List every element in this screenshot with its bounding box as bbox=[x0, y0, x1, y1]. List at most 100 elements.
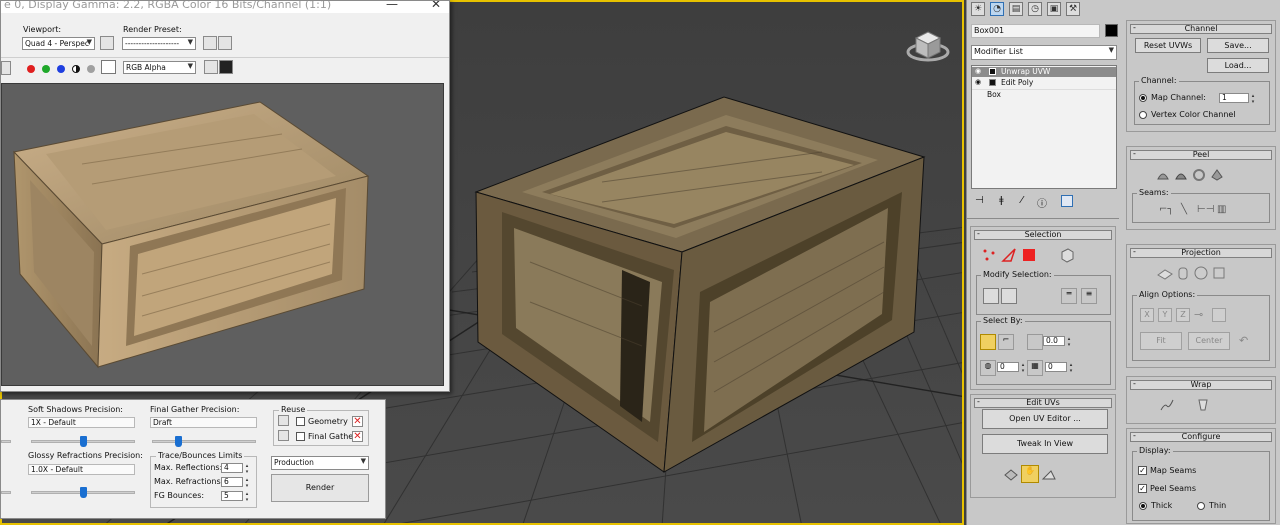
render-mode-dropdown[interactable]: Production ▼ bbox=[271, 456, 369, 470]
reset-peel-icon[interactable] bbox=[1191, 167, 1207, 183]
modifier-stack-item-edit-poly[interactable]: ◉ Edit Poly bbox=[972, 78, 1116, 88]
wrap-rollout-header[interactable]: - Wrap bbox=[1130, 380, 1272, 390]
map-channel-spinner[interactable]: 1 bbox=[1219, 93, 1256, 105]
expand-icon[interactable] bbox=[989, 68, 996, 75]
center-button[interactable]: Center bbox=[1188, 332, 1230, 350]
quick-planar-map-icon[interactable] bbox=[1003, 467, 1019, 483]
quick-map-gizmo-icon[interactable]: ✋ bbox=[1021, 465, 1039, 483]
planar-angle-spinner[interactable]: 0.0 bbox=[1043, 336, 1072, 348]
environment-icon[interactable] bbox=[218, 36, 232, 50]
best-align-icon[interactable]: ⊸ bbox=[1194, 308, 1203, 321]
lock-geometry-icon[interactable] bbox=[278, 415, 289, 426]
modifier-list-dropdown[interactable]: Modifier List ▼ bbox=[971, 45, 1117, 60]
align-y-button[interactable]: Y bbox=[1158, 308, 1172, 322]
shrink-selection-icon[interactable] bbox=[1001, 288, 1017, 304]
close-icon[interactable]: ✕ bbox=[425, 1, 447, 11]
motion-tab-icon[interactable]: ◷ bbox=[1028, 2, 1042, 16]
modifier-stack-item-box[interactable]: Box bbox=[972, 89, 1116, 99]
lock-icon[interactable] bbox=[100, 36, 114, 50]
peel-mode-icon[interactable] bbox=[1173, 167, 1189, 183]
ring-icon[interactable]: ≡ bbox=[1081, 288, 1097, 304]
point-to-point-seams-icon[interactable]: ╲ bbox=[1181, 204, 1187, 215]
modify-tab-icon[interactable]: ◔ bbox=[990, 2, 1004, 16]
soft-shadows-slider-thumb[interactable] bbox=[80, 436, 87, 447]
smoothing-value-spinner[interactable]: 0 bbox=[1045, 362, 1074, 374]
viewcube-icon[interactable] bbox=[906, 24, 950, 68]
toggle-ui-overlay-icon[interactable] bbox=[204, 60, 218, 74]
hierarchy-tab-icon[interactable]: ▤ bbox=[1009, 2, 1023, 16]
modifier-stack[interactable]: ◉ Unwrap UVW ◉ Edit Poly Box bbox=[971, 65, 1117, 189]
lightbulb-icon[interactable]: ◉ bbox=[975, 78, 981, 86]
create-tab-icon[interactable]: ☀ bbox=[971, 2, 985, 16]
edge-sel-to-seams-icon[interactable]: ⌐┐ bbox=[1159, 204, 1173, 215]
lock-final-gather-icon[interactable] bbox=[278, 430, 289, 441]
remove-modifier-icon[interactable]: ⓘ bbox=[1037, 195, 1047, 210]
map-seams-checkbox[interactable]: ✓ bbox=[1138, 466, 1147, 475]
minimize-icon[interactable]: — bbox=[381, 1, 403, 11]
open-uv-editor-button[interactable]: Open UV Editor ... bbox=[982, 409, 1108, 429]
expand-seams-icon[interactable]: ⊢⊣ bbox=[1197, 204, 1214, 215]
glossy-refractions-slider-thumb[interactable] bbox=[80, 487, 87, 498]
load-button[interactable]: Load... bbox=[1207, 58, 1269, 73]
select-by-smoothing-icon[interactable]: ▦ bbox=[1027, 360, 1043, 376]
save-button[interactable]: Save... bbox=[1207, 38, 1269, 53]
render-button[interactable]: Render bbox=[271, 474, 369, 502]
planar-angle-icon[interactable] bbox=[1027, 334, 1043, 350]
box-map-icon[interactable] bbox=[1211, 265, 1227, 281]
align-to-view-icon[interactable] bbox=[1212, 308, 1226, 322]
rendered-frame-window[interactable]: e 0, Display Gamma: 2.2, RGBA Color 16 B… bbox=[0, 0, 450, 392]
channel-rollout-header[interactable]: - Channel bbox=[1130, 24, 1272, 34]
align-z-button[interactable]: Z bbox=[1176, 308, 1190, 322]
window-titlebar[interactable]: e 0, Display Gamma: 2.2, RGBA Color 16 B… bbox=[1, 1, 449, 13]
seams-to-selection-icon[interactable]: ▥ bbox=[1217, 204, 1226, 215]
lightbulb-icon[interactable]: ◉ bbox=[975, 67, 981, 75]
green-channel-icon[interactable] bbox=[42, 65, 50, 73]
polygon-select-icon[interactable] bbox=[1021, 247, 1037, 263]
clear-final-gather-icon[interactable]: ✕ bbox=[352, 431, 363, 442]
max-refractions-spinner[interactable]: 6 bbox=[221, 477, 250, 489]
select-by-edge-icon[interactable]: ⌐ bbox=[998, 334, 1014, 350]
geometry-checkbox[interactable] bbox=[296, 417, 305, 426]
select-by-value-spinner[interactable]: 0 bbox=[997, 362, 1026, 374]
alpha-channel-icon[interactable] bbox=[72, 65, 80, 73]
object-color-swatch[interactable] bbox=[1105, 24, 1118, 37]
make-unique-icon[interactable]: ⁄ bbox=[1021, 195, 1023, 206]
render-setup-icon[interactable] bbox=[203, 36, 217, 50]
modifier-stack-item-unwrap[interactable]: ◉ Unwrap UVW bbox=[972, 67, 1116, 77]
tweak-in-view-button[interactable]: Tweak In View bbox=[982, 434, 1108, 454]
show-end-result-icon[interactable]: ǂ bbox=[999, 195, 1004, 206]
peel-seams-checkbox[interactable]: ✓ bbox=[1138, 484, 1147, 493]
unfold-strip-icon[interactable] bbox=[1195, 397, 1211, 413]
render-preset-dropdown[interactable]: -------------------- ▼ bbox=[122, 37, 196, 50]
object-name-field[interactable]: Box001 bbox=[971, 24, 1100, 38]
thick-radio[interactable] bbox=[1139, 502, 1147, 510]
final-gather-slider-thumb[interactable] bbox=[175, 436, 182, 447]
fg-bounces-spinner[interactable]: 5 bbox=[221, 491, 250, 503]
viewport-dropdown[interactable]: Quad 4 - Perspec ▼ bbox=[22, 37, 95, 50]
cylindrical-map-icon[interactable] bbox=[1175, 265, 1191, 281]
vertex-color-channel-radio[interactable] bbox=[1139, 111, 1147, 119]
projection-rollout-header[interactable]: - Projection bbox=[1130, 248, 1272, 258]
monochrome-icon[interactable] bbox=[87, 65, 95, 73]
configure-rollout-header[interactable]: - Configure bbox=[1130, 432, 1272, 442]
edge-select-icon[interactable] bbox=[1001, 247, 1017, 263]
color-swatch[interactable] bbox=[101, 60, 116, 74]
expand-icon[interactable] bbox=[989, 79, 996, 86]
quick-map-align-icon[interactable] bbox=[1041, 467, 1057, 483]
spherical-map-icon[interactable] bbox=[1193, 265, 1209, 281]
element-select-icon[interactable] bbox=[1059, 247, 1075, 263]
edit-uvs-rollout-header[interactable]: - Edit UVs bbox=[974, 398, 1112, 408]
fit-button[interactable]: Fit bbox=[1140, 332, 1182, 350]
select-by-element-icon[interactable] bbox=[980, 334, 996, 350]
channel-display-dropdown[interactable]: RGB Alpha ▼ bbox=[123, 61, 196, 74]
align-x-button[interactable]: X bbox=[1140, 308, 1154, 322]
pin-peel-icon[interactable] bbox=[1209, 167, 1225, 183]
grow-selection-icon[interactable] bbox=[983, 288, 999, 304]
peel-rollout-header[interactable]: - Peel bbox=[1130, 150, 1272, 160]
utilities-tab-icon[interactable]: ⚒ bbox=[1066, 2, 1080, 16]
selection-rollout-header[interactable]: - Selection bbox=[974, 230, 1112, 240]
max-reflections-spinner[interactable]: 4 bbox=[221, 463, 250, 475]
pin-stack-icon[interactable]: ⊣ bbox=[975, 195, 984, 206]
final-gather-slider[interactable] bbox=[152, 440, 256, 443]
reset-projection-icon[interactable]: ↶ bbox=[1239, 334, 1248, 347]
